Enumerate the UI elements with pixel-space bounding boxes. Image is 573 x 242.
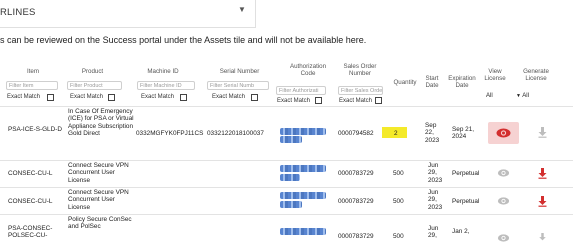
row-product: Policy Secure ConSec and PolSec [68,216,132,231]
header-item: Item [26,68,40,75]
redacted-authorization-code [280,192,326,199]
row-divider [0,187,573,188]
notice-text: s can be reviewed on the Success portal … [0,35,367,45]
header-serial-number: Serial Number [219,68,260,75]
exact-match-checkbox-sales-order[interactable] [375,97,382,104]
filter-item-input[interactable]: Filter Item [6,81,58,90]
exact-match-checkbox-machine-id[interactable] [180,94,187,101]
row-expiration-date: Jan 2, [452,228,470,235]
filter-product-input[interactable]: Filter Product [67,81,122,90]
generate-license-filter-value: All [522,93,529,99]
row-divider [0,214,573,215]
row-quantity: 500 [393,233,404,240]
exact-match-checkbox-product[interactable] [108,94,115,101]
row-serial-number: 0332122018100037 [207,130,264,137]
row-expiration-date: Perpetual [452,198,480,205]
exact-match-label-product: Exact Match [70,94,104,100]
download-icon[interactable] [538,196,547,207]
row-sales-order: 0000794582 [338,130,374,137]
caret-down-icon: ▼ [238,5,246,14]
row-item: CONSEC-CU-L [8,198,53,205]
row-start-date: Jun 29, 2023 [428,189,443,211]
header-expiration-date: Expiration Date [448,75,476,89]
filter-sales-order-input[interactable]: Filter Sales Order [338,86,383,95]
filter-machine-id-input[interactable]: Filter Machine ID [137,81,195,90]
filter-serial-number-input[interactable]: Filter Serial Numb [207,81,269,90]
eye-icon[interactable] [497,169,510,177]
exact-match-checkbox-serial-number[interactable] [251,94,258,101]
header-machine-id: Machine ID [147,68,179,75]
eye-icon[interactable] [497,197,510,205]
redacted-authorization-code [280,174,300,181]
row-product: Connect Secure VPN Concurrent User Licen… [68,162,129,184]
header-view-license: View License [484,68,506,82]
download-icon[interactable] [538,127,547,138]
caret-down-icon: ▼ [516,93,521,99]
row-product: In Case Of Emergency (ICE) for PSA or Vi… [68,108,134,138]
header-generate-license: Generate License [523,68,549,82]
eye-icon [496,128,511,138]
product-line-select-value: RLINES [0,7,36,18]
download-icon[interactable] [538,168,547,179]
view-license-filter-select[interactable]: All [486,93,493,99]
exact-match-label-item: Exact Match [7,94,41,100]
row-quantity: 500 [393,198,404,205]
header-product: Product [81,68,104,75]
row-divider [0,160,573,161]
exact-match-checkbox-authorization[interactable] [315,97,322,104]
header-quantity: Quantity [393,79,417,86]
redacted-authorization-code [280,228,326,235]
row-item: CONSEC-CU-L [8,170,53,177]
row-sales-order: 0000783729 [338,233,374,240]
exact-match-checkbox-item[interactable] [47,94,54,101]
redacted-authorization-code [280,136,302,143]
product-line-select[interactable]: RLINES ▼ [0,0,256,28]
row-machine-id: 0332MGFYK0FPJ11CS [136,130,204,137]
row-quantity: 500 [393,170,404,177]
row-start-date: Jun 29, [428,225,439,240]
row-expiration-date: Perpetual [452,170,480,177]
exact-match-label-machine-id: Exact Match [141,94,175,100]
header-authorization-code: Authorization Code [289,63,327,77]
view-license-filter-value: All [486,93,493,99]
header-start-date: Start Date [425,75,439,89]
row-item: PSA-CONSEC-POLSEC-CU- [8,225,53,240]
filter-authorization-input[interactable]: Filter Authorizati [276,86,326,95]
download-icon[interactable] [538,233,547,242]
row-divider [0,106,573,107]
exact-match-label-sales-order: Exact Match [339,98,373,104]
redacted-authorization-code [280,201,302,208]
row-start-date: Sep 22, 2023 [425,122,440,144]
row-item: PSA-ICE-S-GLD-D [8,126,62,133]
generate-license-filter-select[interactable]: ▼ All [516,93,529,99]
redacted-authorization-code [280,128,326,135]
view-license-button[interactable] [488,122,519,144]
row-product: Connect Secure VPN Concurrent User Licen… [68,189,129,211]
row-sales-order: 0000783729 [338,170,374,177]
row-quantity: 2 [394,130,398,137]
exact-match-label-authorization: Exact Match [277,98,311,104]
row-expiration-date: Sep 21, 2024 [452,126,475,141]
row-start-date: Jun 29, 2023 [428,162,443,184]
row-sales-order: 0000783729 [338,198,374,205]
exact-match-label-serial-number: Exact Match [212,94,246,100]
redacted-authorization-code [280,165,326,172]
eye-icon[interactable] [497,234,510,242]
header-sales-order-number: Sales Order Number [343,63,377,77]
